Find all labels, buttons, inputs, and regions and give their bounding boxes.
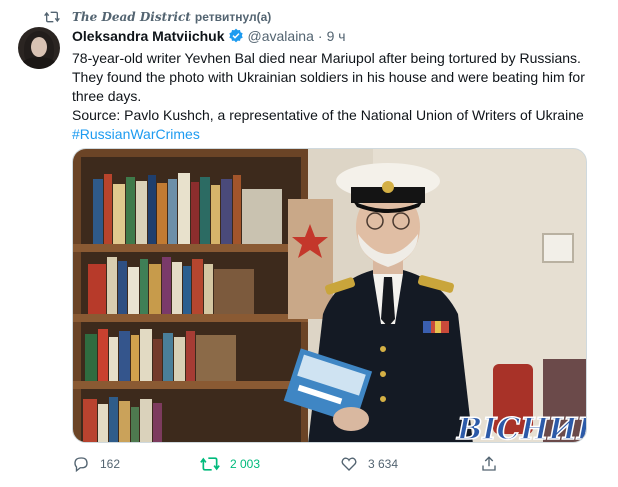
author-name[interactable]: Oleksandra Matviichuk [72, 28, 225, 44]
retweet-button[interactable]: 2 003 [200, 455, 260, 473]
tweet-timestamp[interactable]: 9 ч [327, 28, 346, 44]
reply-count: 162 [100, 457, 121, 471]
retweeter-name[interactable]: The Dead District [72, 10, 191, 24]
like-count: 3 634 [368, 457, 399, 471]
tweet-paragraph: 78-year-old writer Yevhen Bal died near … [72, 50, 585, 104]
tweet-actions: 162 2 003 3 634 [72, 452, 512, 476]
verified-badge-icon [228, 28, 243, 43]
watermark-logo: ВІСНИК [456, 412, 587, 443]
reply-button[interactable]: 162 [72, 455, 120, 473]
hashtag-link[interactable]: #RussianWarCrimes [72, 126, 200, 142]
heart-icon [341, 457, 357, 471]
reply-icon [74, 457, 88, 473]
retweet-count: 2 003 [230, 457, 261, 471]
retweet-icon [200, 457, 220, 471]
tweet-source-line: Source: Pavlo Kushch, a representative o… [72, 107, 584, 123]
tweet-header: Oleksandra Matviichuk @avalaina · 9 ч [72, 26, 346, 46]
retweet-icon [44, 11, 60, 23]
tweet-text: 78-year-old writer Yevhen Bal died near … [72, 49, 602, 144]
photo-illustration: ВІСНИК [73, 149, 587, 443]
retweet-banner: The Dead District ретвитнул(а) [44, 8, 271, 26]
like-button[interactable]: 3 634 [340, 455, 398, 473]
avatar[interactable] [18, 27, 60, 69]
share-button[interactable] [480, 455, 508, 473]
share-icon [482, 456, 496, 471]
author-handle[interactable]: @avalaina [248, 28, 314, 44]
retweet-suffix: ретвитнул(а) [194, 10, 272, 24]
meta-separator: · [317, 28, 323, 44]
tweet-photo[interactable]: ВІСНИК [72, 148, 587, 443]
tweet-card[interactable]: The Dead District ретвитнул(а) Oleksandr… [0, 0, 618, 487]
